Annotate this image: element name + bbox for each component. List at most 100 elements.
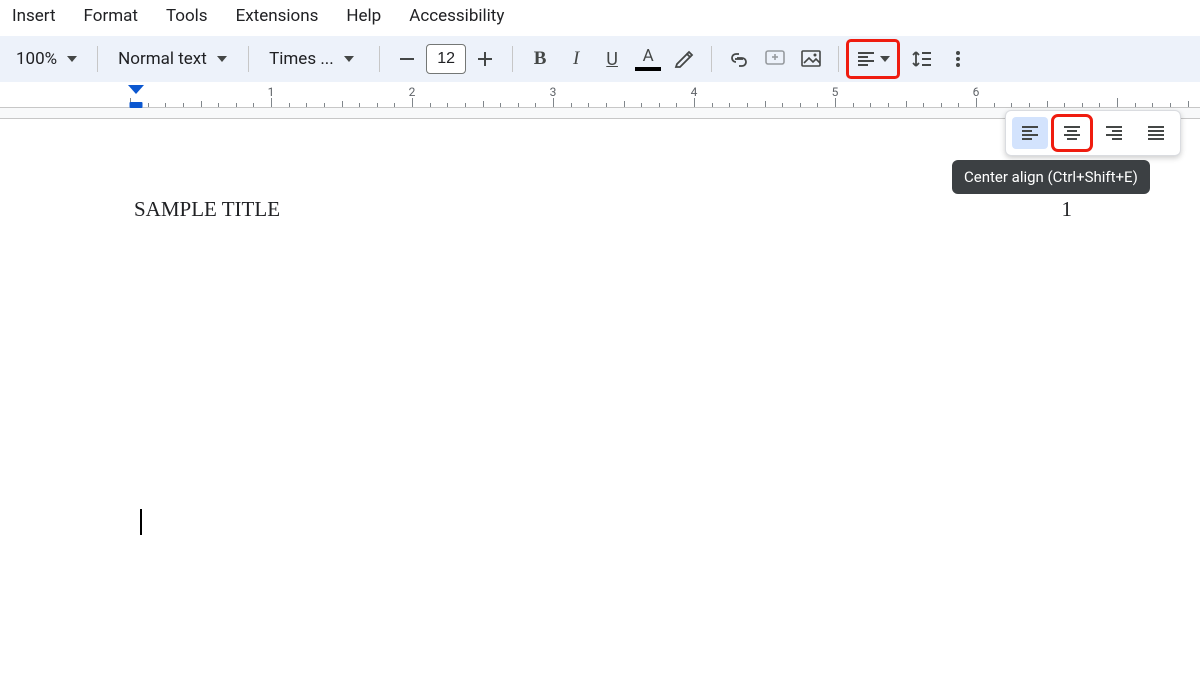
ruler-tick [923, 103, 924, 107]
ruler-tick [1117, 98, 1118, 107]
menu-accessibility[interactable]: Accessibility [397, 2, 516, 30]
ruler-tick [1188, 101, 1189, 107]
align-left-icon [856, 49, 876, 69]
menu-help[interactable]: Help [334, 2, 393, 30]
bold-button[interactable]: B [523, 42, 557, 76]
ruler-number: 6 [973, 85, 980, 99]
text-color-icon: A [635, 48, 661, 71]
ruler-tick [1152, 103, 1153, 107]
separator [379, 46, 380, 72]
ruler-tick [1064, 103, 1065, 107]
ruler-tick [535, 103, 536, 107]
menu-format[interactable]: Format [72, 2, 150, 30]
bold-icon: B [534, 48, 547, 70]
ruler-tick [694, 98, 695, 107]
ruler-tick [359, 103, 360, 107]
tooltip: Center align (Ctrl+Shift+E) [952, 160, 1150, 194]
separator [97, 46, 98, 72]
ruler-tick [1047, 101, 1048, 107]
ruler-tick [817, 103, 818, 107]
zoom-dropdown[interactable]: 100% [6, 42, 87, 76]
underline-icon: U [606, 49, 618, 70]
font-size-input[interactable] [426, 44, 466, 74]
link-icon [728, 48, 750, 70]
align-center-option[interactable] [1054, 117, 1090, 149]
ruler-number: 2 [409, 85, 416, 99]
line-spacing-button[interactable] [905, 42, 939, 76]
underline-button[interactable]: U [595, 42, 629, 76]
menu-tools[interactable]: Tools [154, 2, 220, 30]
ruler-tick [747, 103, 748, 107]
ruler-tick [1011, 103, 1012, 107]
ruler-tick [518, 103, 519, 107]
ruler-tick [1099, 103, 1100, 107]
more-vert-icon [948, 49, 968, 69]
ruler-tick [606, 103, 607, 107]
ruler-tick [236, 103, 237, 107]
ruler-tick [430, 103, 431, 107]
ruler-tick [765, 101, 766, 107]
insert-link-button[interactable] [722, 42, 756, 76]
font-family-dropdown[interactable]: Times ... [259, 42, 369, 76]
ruler-tick [800, 103, 801, 107]
ruler-tick [271, 98, 272, 107]
ruler-tick [1135, 103, 1136, 107]
menu-extensions[interactable]: Extensions [224, 2, 331, 30]
caret-icon [344, 56, 354, 62]
align-popup [1005, 110, 1181, 156]
decrease-font-size-button[interactable] [390, 42, 424, 76]
align-right-option[interactable] [1096, 117, 1132, 149]
ruler-tick [483, 101, 484, 107]
zoom-value: 100% [16, 49, 57, 69]
caret-icon [217, 56, 227, 62]
ruler-tick [1170, 103, 1171, 107]
ruler-tick [553, 98, 554, 107]
ruler-tick [412, 98, 413, 107]
paragraph-style-value: Normal text [118, 49, 207, 69]
ruler-tick [641, 103, 642, 107]
header-left[interactable]: SAMPLE TITLE [134, 197, 280, 222]
ruler-tick [447, 103, 448, 107]
first-line-indent-marker[interactable] [128, 85, 144, 94]
ruler[interactable]: 123456 [0, 84, 1200, 108]
align-justify-option[interactable] [1138, 117, 1174, 149]
highlight-color-button[interactable] [667, 42, 701, 76]
page[interactable]: SAMPLE TITLE 1 [0, 119, 1200, 650]
ruler-tick [289, 103, 290, 107]
ruler-tick [1082, 103, 1083, 107]
ruler-tick [835, 98, 836, 107]
text-color-button[interactable]: A [631, 42, 665, 76]
ruler-tick [165, 103, 166, 107]
add-comment-button[interactable] [758, 42, 792, 76]
ruler-tick [306, 103, 307, 107]
ruler-tick [218, 103, 219, 107]
ruler-tick [870, 103, 871, 107]
ruler-number: 4 [691, 85, 698, 99]
menu-insert[interactable]: Insert [0, 2, 68, 30]
ruler-tick [342, 101, 343, 107]
ruler-tick [994, 103, 995, 107]
ruler-tick [183, 103, 184, 107]
ruler-tick [676, 103, 677, 107]
ruler-tick [729, 103, 730, 107]
ruler-tick [853, 103, 854, 107]
increase-font-size-button[interactable] [468, 42, 502, 76]
ruler-tick [659, 103, 660, 107]
ruler-tick [500, 103, 501, 107]
align-justify-icon [1146, 123, 1166, 143]
italic-button[interactable]: I [559, 42, 593, 76]
comment-icon [764, 48, 786, 70]
menu-bar: Insert Format Tools Extensions Help Acce… [0, 0, 1200, 36]
paragraph-style-dropdown[interactable]: Normal text [108, 42, 238, 76]
align-dropdown-button[interactable] [849, 42, 897, 76]
page-number[interactable]: 1 [1062, 197, 1073, 222]
ruler-tick [588, 103, 589, 107]
ruler-tick [888, 103, 889, 107]
insert-image-button[interactable] [794, 42, 828, 76]
separator [838, 46, 839, 72]
minus-icon [399, 51, 415, 67]
more-options-button[interactable] [941, 42, 975, 76]
align-left-option[interactable] [1012, 117, 1048, 149]
align-left-icon [1020, 123, 1040, 143]
italic-icon: I [573, 48, 579, 70]
